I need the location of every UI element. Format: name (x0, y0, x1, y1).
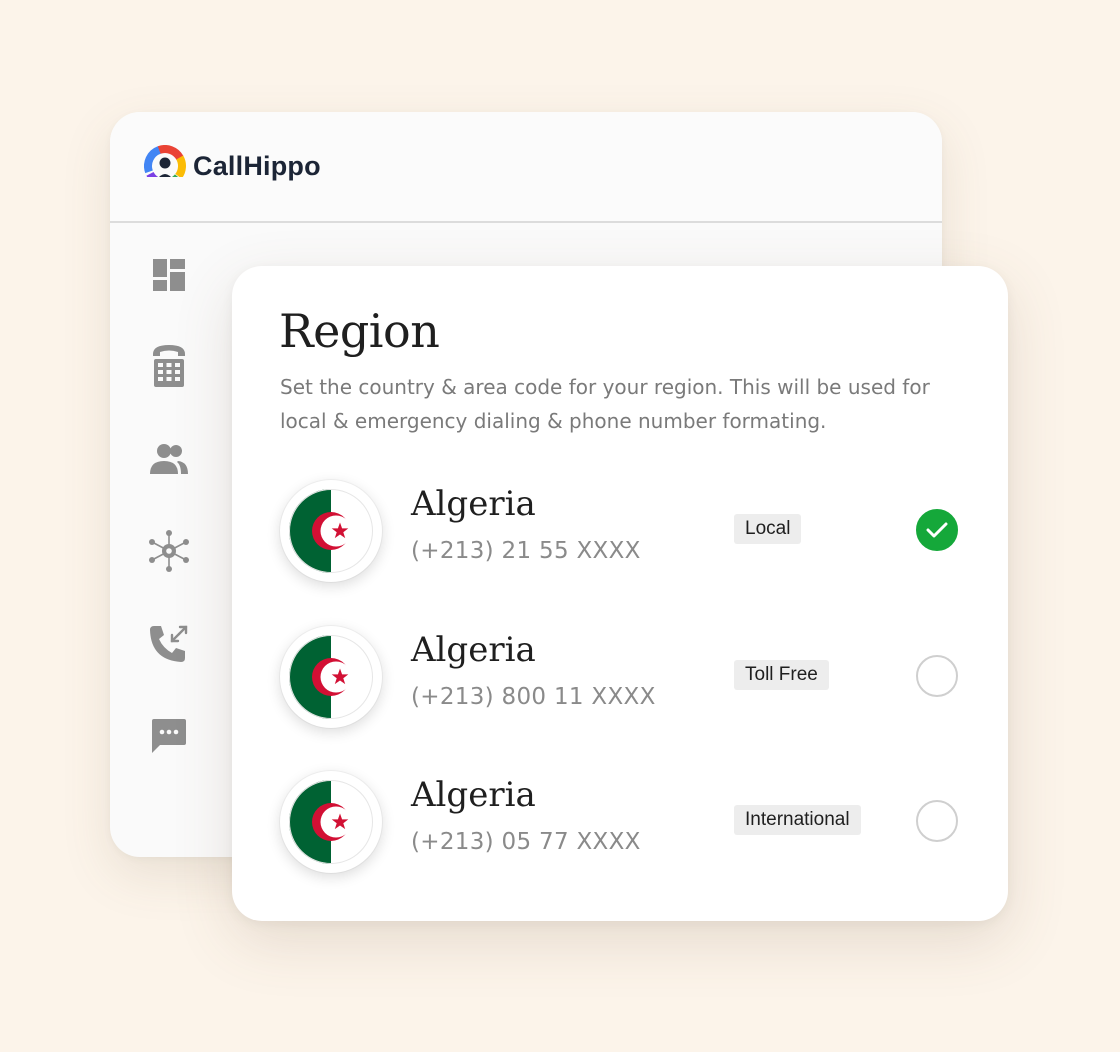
app-header: CallHippo (110, 112, 942, 223)
select-radio[interactable] (916, 509, 958, 551)
dashboard-icon (153, 259, 185, 291)
page-title: Region (279, 304, 440, 358)
brand-name: CallHippo (193, 150, 321, 181)
checkmark-icon (926, 522, 948, 538)
sidebar-item-dialer[interactable] (146, 343, 192, 389)
sidebar-item-integrations[interactable] (146, 528, 192, 574)
region-option-local[interactable]: Algeria (+213) 21 55 XXXX Local (232, 480, 1008, 590)
flag-badge (280, 480, 382, 582)
select-radio[interactable] (916, 655, 958, 697)
brand-logo[interactable]: CallHippo (144, 145, 321, 187)
dialpad-icon (153, 345, 185, 387)
region-option-toll-free[interactable]: Algeria (+213) 800 11 XXXX Toll Free (232, 626, 1008, 736)
sidebar-item-dashboard[interactable] (146, 252, 192, 298)
phone-number: (+213) 800 11 XXXX (411, 684, 656, 710)
country-name: Algeria (411, 484, 536, 524)
contacts-icon (150, 444, 188, 474)
messages-icon (152, 719, 186, 753)
flag-badge (280, 626, 382, 728)
flag-badge (280, 771, 382, 873)
algeria-flag-icon (289, 489, 373, 573)
call-logs-icon (150, 625, 188, 662)
phone-number: (+213) 05 77 XXXX (411, 829, 641, 855)
sidebar-item-call-logs[interactable] (146, 621, 192, 667)
select-radio[interactable] (916, 800, 958, 842)
country-name: Algeria (411, 630, 536, 670)
region-option-international[interactable]: Algeria (+213) 05 77 XXXX International (232, 771, 1008, 881)
number-type-badge: Toll Free (734, 660, 829, 690)
sidebar-item-contacts[interactable] (146, 436, 192, 482)
phone-number: (+213) 21 55 XXXX (411, 538, 641, 564)
algeria-flag-icon (289, 635, 373, 719)
region-card: Region Set the country & area code for y… (232, 266, 1008, 921)
number-type-badge: International (734, 805, 861, 835)
region-description: Set the country & area code for your reg… (280, 375, 930, 433)
integrations-icon (149, 530, 189, 572)
country-name: Algeria (411, 775, 536, 815)
algeria-flag-icon (289, 780, 373, 864)
number-type-badge: Local (734, 514, 802, 544)
sidebar-item-messages[interactable] (146, 713, 192, 759)
callhippo-logo-icon (144, 145, 186, 187)
